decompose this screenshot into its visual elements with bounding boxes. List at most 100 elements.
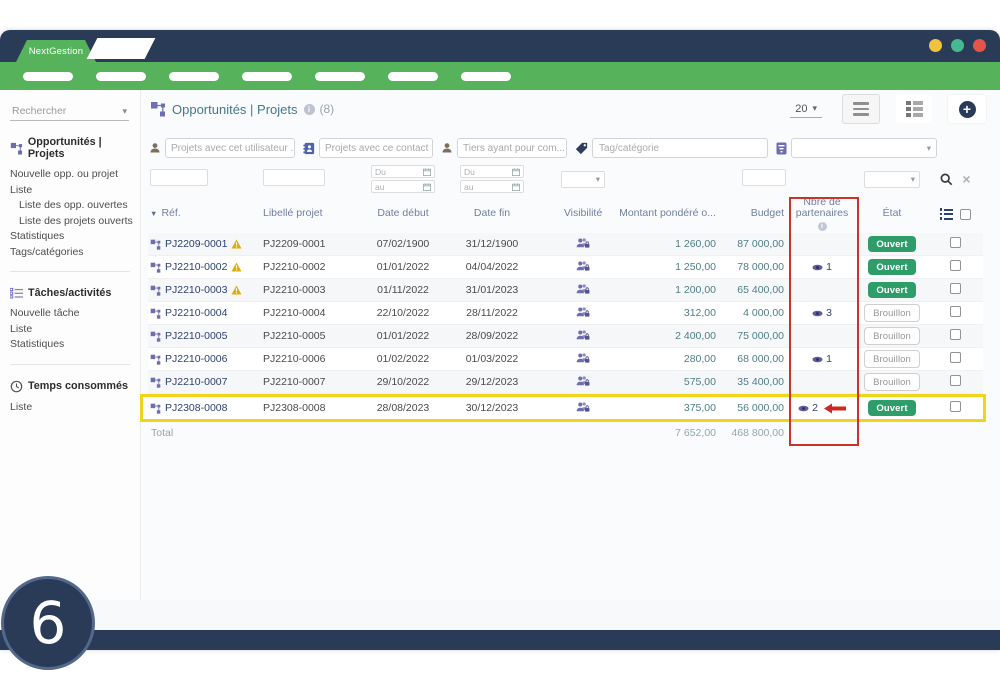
row-checkbox[interactable] [950,283,961,294]
partner-icon [798,405,809,412]
row-checkbox[interactable] [950,260,961,271]
sidebar-item[interactable]: Nouvelle opp. ou projet [10,167,140,183]
column-selector-icon[interactable] [940,208,954,220]
sidebar-item[interactable]: Liste [10,322,140,338]
sidebar-item[interactable]: Tags/catégories [10,245,140,261]
search-ref-input[interactable] [150,169,208,186]
table-row[interactable]: PJ2210-0002 PJ2210-0002 01/01/2022 04/04… [148,256,983,279]
visibility-icon [576,329,590,341]
project-ref-link[interactable]: PJ2308-0008 [165,402,227,414]
column-header-date-start[interactable]: Date début [360,208,446,220]
menu-item-placeholder[interactable] [242,72,292,81]
sidebar-item[interactable]: Liste [10,183,140,199]
row-checkbox[interactable] [950,401,961,412]
chevron-down-icon: ▾ [596,174,600,185]
column-header-state[interactable]: État [856,208,928,220]
search-icon[interactable] [940,173,953,186]
menu-item-placeholder[interactable] [169,72,219,81]
date-start: 01/02/2022 [360,353,446,365]
column-header-partners[interactable]: Nbre de partenairesi [788,197,856,232]
table-total-row: Total 7 652,00 468 800,00 [148,422,983,444]
project-ref-link[interactable]: PJ2210-0007 [165,376,227,388]
plus-icon: + [959,101,976,118]
project-ref-link[interactable]: PJ2210-0002 [165,261,227,273]
sidebar-item[interactable]: Nouvelle tâche [10,306,140,322]
clock-icon [10,380,23,393]
project-ref-link[interactable]: PJ2210-0006 [165,353,227,365]
budget-value: 87 000,00 [720,238,788,250]
column-header-visibility[interactable]: Visibilité [538,208,628,220]
search-label-input[interactable] [263,169,325,186]
project-ref-link[interactable]: PJ2210-0003 [165,284,227,296]
sidebar-item[interactable]: Statistiques [10,229,140,245]
kanban-view-button[interactable] [896,95,932,123]
search-visibility-select[interactable]: ▾ [561,171,605,188]
total-amount: 7 652,00 [628,427,720,439]
row-checkbox[interactable] [950,352,961,363]
date-start-to-input[interactable]: au [371,180,435,193]
list-view-button[interactable] [842,94,880,124]
amount-value: 375,00 [628,402,720,414]
row-checkbox[interactable] [950,306,961,317]
add-new-button[interactable]: + [948,95,986,123]
filter-extra-select[interactable]: ▾ [791,138,937,158]
partner-icon [812,310,823,317]
main-content: Opportunités | Projets i (8) 20 ▾ [141,90,1000,600]
status-badge: Ouvert [868,236,915,252]
filter-tag-input[interactable]: Tag/catégorie [592,138,768,158]
column-header-ref[interactable]: ▼Réf. [148,208,260,220]
yellow-dot-icon [929,39,942,52]
project-ref-link[interactable]: PJ2210-0004 [165,307,227,319]
calendar-icon[interactable] [423,183,431,191]
sidebar-search-select[interactable]: Rechercher ▾ [10,102,129,121]
table-row[interactable]: PJ2308-0008 PJ2308-0008 28/08/2023 30/12… [143,397,983,419]
sidebar-section-tasks: Tâches/activités Nouvelle tâcheListeStat… [10,287,140,353]
table-row[interactable]: PJ2210-0006 PJ2210-0006 01/02/2022 01/03… [148,348,983,371]
sidebar-item[interactable]: Liste des projets ouverts [10,214,140,230]
project-ref-link[interactable]: PJ2210-0005 [165,330,227,342]
table-row[interactable]: PJ2210-0003 PJ2210-0003 01/11/2022 31/01… [148,279,983,302]
sidebar-item[interactable]: Liste des opp. ouvertes [10,198,140,214]
clear-search-icon[interactable]: × [962,173,970,185]
filter-thirdparty-select[interactable]: Tiers ayant pour com...▾ [457,138,567,158]
column-header-label[interactable]: Libellé projet [260,208,360,220]
page-size-select[interactable]: 20 ▾ [790,101,822,118]
date-end-to-input[interactable]: au [460,180,524,193]
project-ref-link[interactable]: PJ2209-0001 [165,238,227,250]
menu-item-placeholder[interactable] [388,72,438,81]
sitemap-icon [150,285,161,296]
column-header-date-end[interactable]: Date fin [446,208,538,220]
visibility-icon [576,401,590,413]
menu-item-placeholder[interactable] [315,72,365,81]
filter-contact-select[interactable]: Projets avec ce contact ...▾ [319,138,433,158]
select-all-checkbox[interactable] [960,209,971,220]
row-checkbox[interactable] [950,329,961,340]
sidebar-item[interactable]: Liste [10,400,140,416]
menu-item-placeholder[interactable] [23,72,73,81]
partner-icon [812,264,823,271]
row-checkbox[interactable] [950,375,961,386]
address-book-icon [303,142,315,155]
table-row[interactable]: PJ2210-0007 PJ2210-0007 29/10/2022 29/12… [148,371,983,394]
filter-user-select[interactable]: Projets avec cet utilisateur ...▾ [165,138,295,158]
search-state-select[interactable]: ▾ [864,171,920,188]
calendar-icon[interactable] [512,183,520,191]
brand-tab[interactable]: NextGestion [16,40,96,62]
date-start-from-input[interactable]: Du [371,165,435,178]
table-row[interactable]: PJ2210-0004 PJ2210-0004 22/10/2022 28/11… [148,302,983,325]
date-end-from-input[interactable]: Du [460,165,524,178]
table-row[interactable]: PJ2209-0001 PJ2209-0001 07/02/1900 31/12… [148,233,983,256]
search-budget-input[interactable] [742,169,786,186]
column-header-budget[interactable]: Budget [751,208,788,220]
sidebar-item[interactable]: Statistiques [10,337,140,353]
budget-value: 4 000,00 [720,307,788,319]
menu-item-placeholder[interactable] [96,72,146,81]
calendar-icon[interactable] [423,168,431,176]
row-checkbox[interactable] [950,237,961,248]
calendar-icon[interactable] [512,168,520,176]
project-label: PJ2210-0007 [260,376,360,388]
menu-item-placeholder[interactable] [461,72,511,81]
table-row[interactable]: PJ2210-0005 PJ2210-0005 01/01/2022 28/09… [148,325,983,348]
sitemap-icon [150,239,161,250]
column-header-amount[interactable]: Montant pondéré o... [619,208,720,220]
